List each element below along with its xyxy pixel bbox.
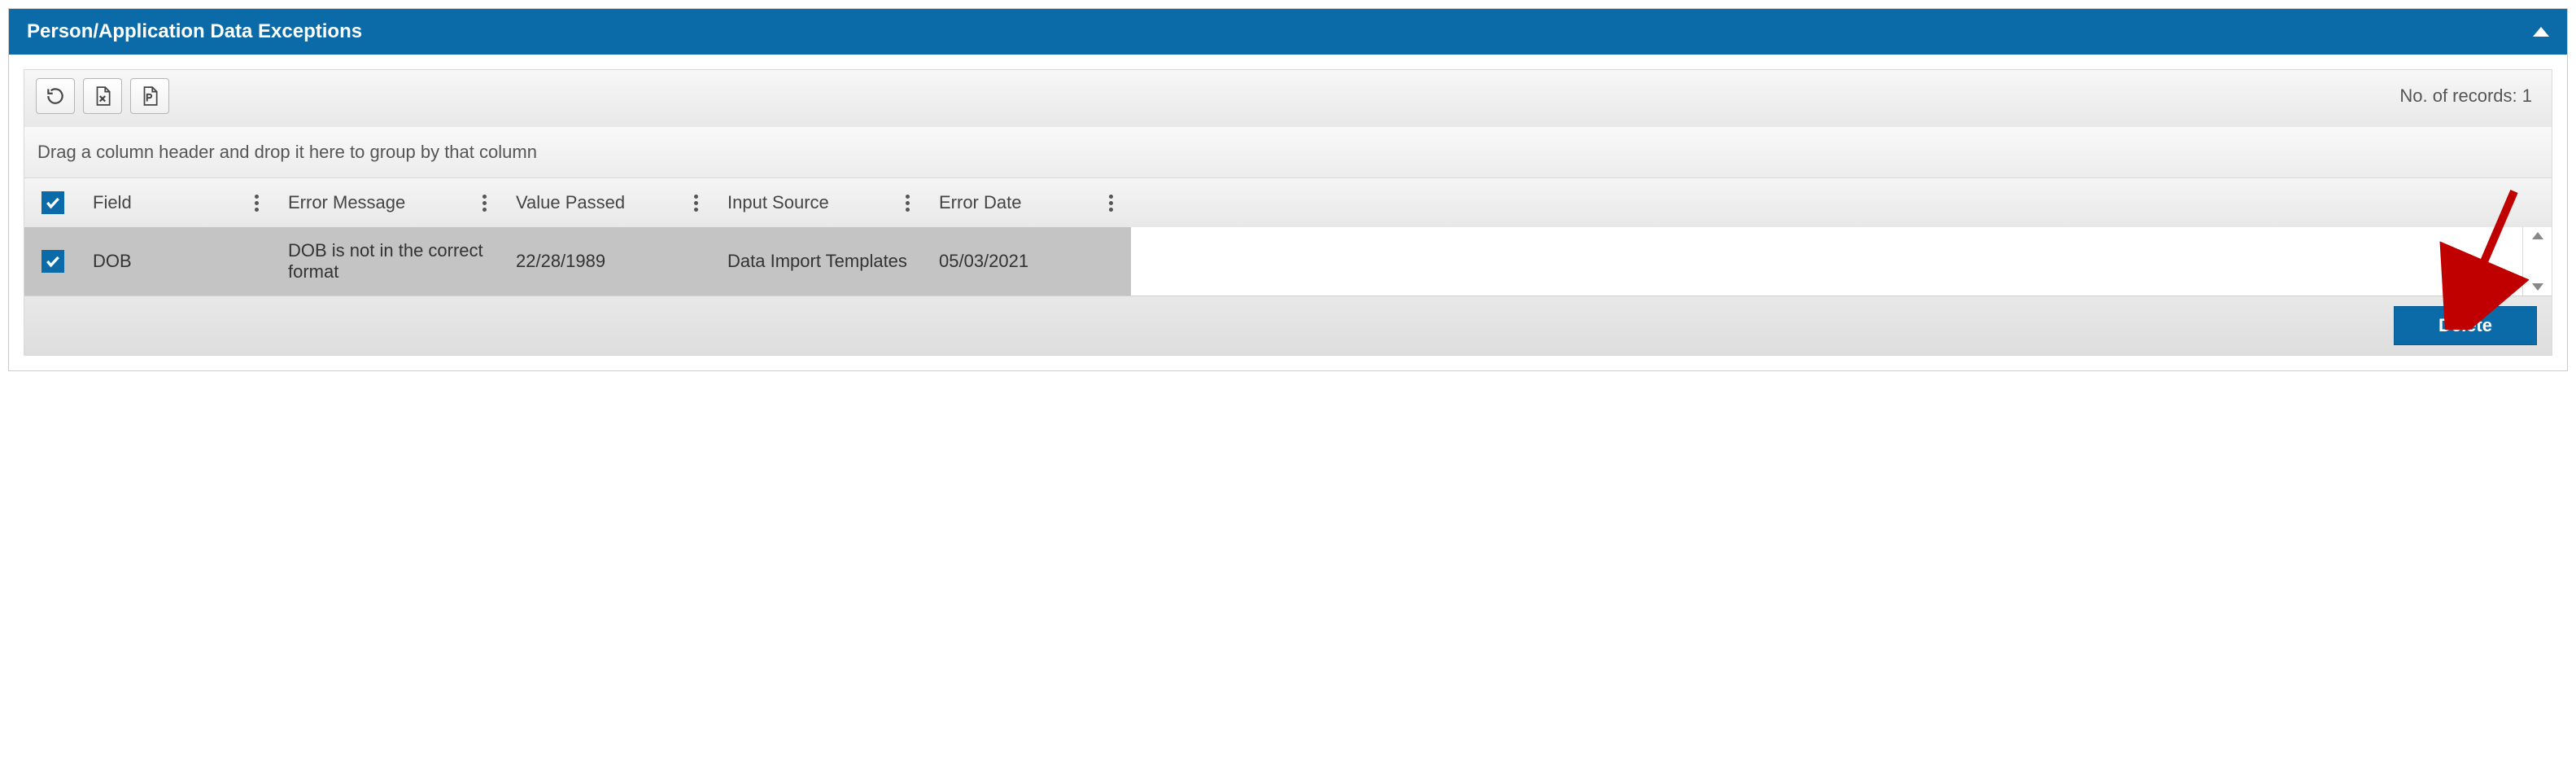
excel-file-icon — [92, 85, 113, 107]
grid-header-row: Field Error Message Value Passed — [24, 177, 2552, 227]
column-menu-error-date[interactable] — [1102, 195, 1120, 212]
header-error-date[interactable]: Error Date — [928, 178, 1131, 227]
column-menu-error-message[interactable] — [475, 195, 493, 212]
select-all-checkbox[interactable] — [41, 191, 64, 214]
header-value-passed[interactable]: Value Passed — [504, 178, 716, 227]
panel-title: Person/Application Data Exceptions — [27, 20, 362, 43]
header-select-all[interactable] — [24, 178, 81, 227]
cell-spacer — [1131, 227, 2522, 296]
cell-error-message: DOB is not in the correct format — [277, 227, 504, 296]
record-count: No. of records: 1 — [2399, 85, 2540, 107]
header-field-label: Field — [93, 192, 132, 213]
delete-button-label: Delete — [2438, 315, 2492, 335]
cell-input-source: Data Import Templates — [716, 227, 928, 296]
delete-button[interactable]: Delete — [2394, 306, 2537, 345]
check-icon — [45, 195, 61, 211]
table-row[interactable]: DOB DOB is not in the correct format 22/… — [24, 227, 2552, 296]
header-error-message[interactable]: Error Message — [277, 178, 504, 227]
header-error-date-label: Error Date — [939, 192, 1021, 213]
group-by-drop-zone[interactable]: Drag a column header and drop it here to… — [24, 127, 2552, 177]
exceptions-grid: Field Error Message Value Passed — [24, 177, 2552, 356]
vertical-scrollbar[interactable] — [2522, 227, 2552, 296]
scroll-up-icon[interactable] — [2532, 232, 2543, 239]
exceptions-panel: Person/Application Data Exceptions — [8, 8, 2568, 371]
panel-body: No. of records: 1 Drag a column header a… — [9, 55, 2567, 370]
header-value-passed-label: Value Passed — [516, 192, 625, 213]
refresh-icon — [45, 85, 66, 107]
refresh-button[interactable] — [36, 78, 75, 114]
export-pdf-button[interactable] — [130, 78, 169, 114]
header-field[interactable]: Field — [81, 178, 277, 227]
cell-field: DOB — [81, 227, 277, 296]
panel-header[interactable]: Person/Application Data Exceptions — [9, 9, 2567, 55]
header-input-source[interactable]: Input Source — [716, 178, 928, 227]
header-spacer — [1131, 178, 2552, 227]
grid-toolbar: No. of records: 1 — [24, 69, 2552, 127]
collapse-icon[interactable] — [2533, 27, 2549, 37]
column-menu-value-passed[interactable] — [687, 195, 705, 212]
pdf-file-icon — [139, 85, 160, 107]
check-icon — [45, 253, 61, 269]
column-menu-field[interactable] — [247, 195, 265, 212]
header-error-message-label: Error Message — [288, 192, 405, 213]
header-input-source-label: Input Source — [727, 192, 829, 213]
column-menu-input-source[interactable] — [898, 195, 916, 212]
group-by-hint: Drag a column header and drop it here to… — [37, 142, 537, 162]
cell-value-passed: 22/28/1989 — [504, 227, 716, 296]
row-checkbox[interactable] — [41, 250, 64, 273]
cell-error-date: 05/03/2021 — [928, 227, 1131, 296]
scroll-down-icon[interactable] — [2532, 283, 2543, 291]
export-excel-button[interactable] — [83, 78, 122, 114]
grid-footer: Delete — [24, 296, 2552, 355]
